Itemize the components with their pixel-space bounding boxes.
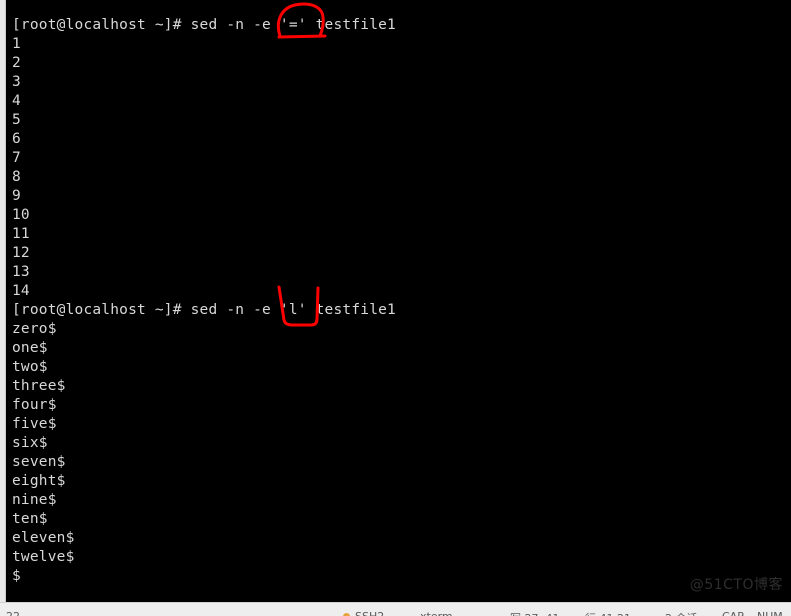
terminal-line-output: five$: [12, 416, 57, 432]
terminal-line-output: nine$: [12, 492, 57, 508]
terminal-line-command-1: [root@localhost ~]# sed -n -e '=' testfi…: [12, 17, 396, 33]
terminal-line-output: 11: [12, 226, 30, 242]
terminal-line-output: 13: [12, 264, 30, 280]
status-term-type: xterm: [420, 610, 453, 616]
terminal-output-area[interactable]: [root@localhost ~]# sed -n -e '=' testfi…: [6, 0, 791, 602]
status-protocol: SSH2: [355, 610, 384, 616]
terminal-line-output: 9: [12, 188, 21, 204]
terminal-line-output: eleven$: [12, 530, 75, 546]
terminal-screenshot: [root@localhost ~]# sed -n -e '=' testfi…: [0, 0, 791, 616]
status-cursor-pos: 写 27, 41: [510, 610, 559, 616]
terminal-line-output: 14: [12, 283, 30, 299]
terminal-line-output: zero$: [12, 321, 57, 337]
status-left-count: 22: [6, 610, 20, 616]
terminal-line-output: seven$: [12, 454, 66, 470]
terminal-line-output: ten$: [12, 511, 48, 527]
terminal-line-output: 8: [12, 169, 21, 185]
terminal-line-output: three$: [12, 378, 66, 394]
terminal-line-output: 2: [12, 55, 21, 71]
terminal-line-output: four$: [12, 397, 57, 413]
status-session-count: 2 会话: [665, 610, 698, 616]
terminal-line-output: 7: [12, 150, 21, 166]
terminal-line-output: 5: [12, 112, 21, 128]
terminal-line-output: 1: [12, 36, 21, 52]
terminal-line-output: 12: [12, 245, 30, 261]
terminal-line-output: twelve$: [12, 549, 75, 565]
status-bar: 22 SSH2 xterm 写 27, 41 行 41 21 2 会话 CAP …: [0, 602, 791, 616]
terminal-line-output: 10: [12, 207, 30, 223]
terminal-line-output: eight$: [12, 473, 66, 489]
status-num-lock: NUM: [757, 610, 783, 616]
terminal-line-output: six$: [12, 435, 48, 451]
terminal-line-output: 4: [12, 93, 21, 109]
terminal-line-output: two$: [12, 359, 48, 375]
status-caps-lock: CAP: [722, 610, 744, 616]
terminal-line-output: $: [12, 568, 21, 584]
status-term-size: 行 41 21: [585, 610, 631, 616]
terminal-line-output: one$: [12, 340, 48, 356]
terminal-line-command-2: [root@localhost ~]# sed -n -e 'l' testfi…: [12, 302, 396, 318]
terminal-line-output: 6: [12, 131, 21, 147]
terminal-line-output: 3: [12, 74, 21, 90]
watermark-text: @51CTO博客: [689, 577, 783, 593]
